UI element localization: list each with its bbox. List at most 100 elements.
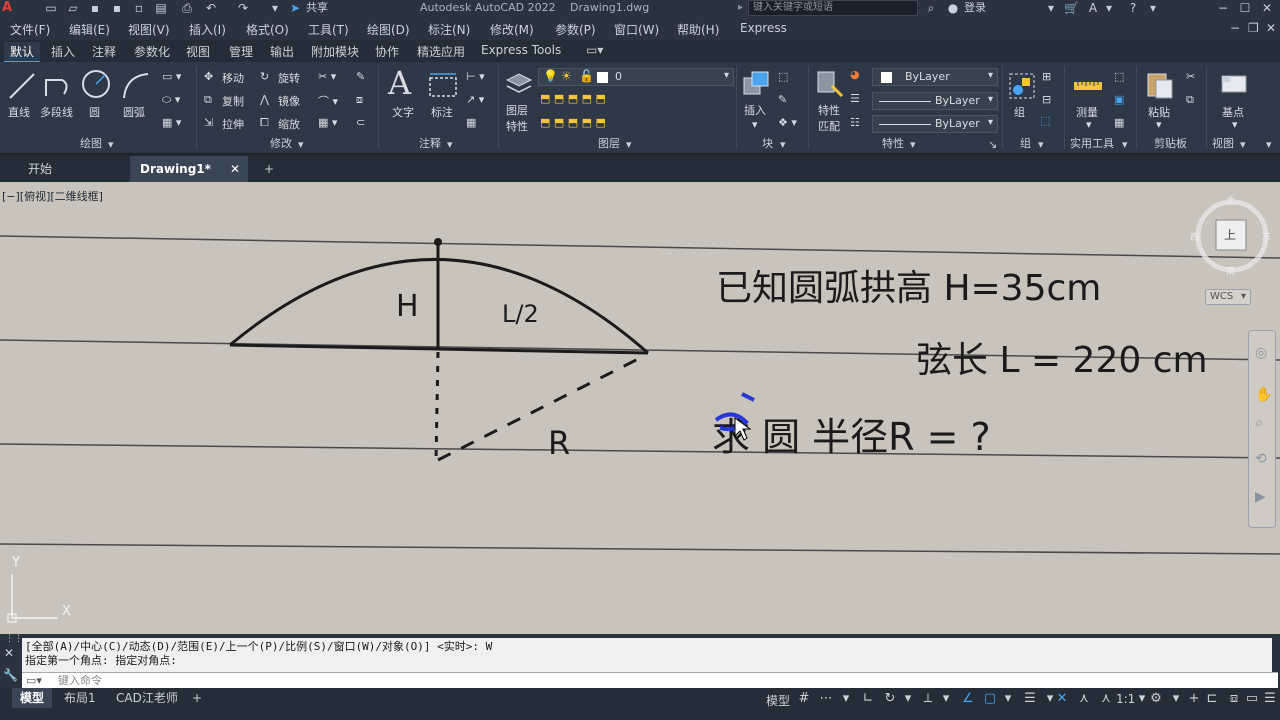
draw-panel-expand-icon[interactable]: ▾ — [108, 138, 114, 151]
mirror-icon[interactable]: ⋀ — [260, 93, 269, 106]
color-wheel-icon[interactable]: ◕ — [850, 68, 860, 81]
tab-featured-apps[interactable]: 精选应用 — [417, 43, 465, 60]
menu-dimension[interactable]: 标注(N) — [428, 21, 470, 38]
tab-close-icon[interactable]: ✕ — [230, 156, 240, 182]
doc-close-icon[interactable]: ✕ — [1266, 21, 1276, 35]
layer-properties-icon[interactable] — [503, 68, 535, 100]
move-icon[interactable]: ✥ — [204, 70, 213, 83]
layer-properties-label-1[interactable]: 图层 — [506, 102, 528, 118]
share-label[interactable]: 共享 — [306, 0, 328, 16]
match-properties-icon[interactable] — [814, 68, 846, 100]
circle-button[interactable]: 圆 — [89, 104, 100, 120]
menu-parametric[interactable]: 参数(P) — [555, 21, 596, 38]
redo-icon[interactable]: ↷ — [236, 1, 250, 15]
isodraft-dropdown-icon[interactable]: ▾ — [938, 690, 954, 708]
insert-block-icon[interactable] — [740, 68, 772, 100]
group-button[interactable]: 组 — [1014, 104, 1025, 120]
menu-insert[interactable]: 插入(I) — [189, 21, 226, 38]
autoscale-icon[interactable]: ⋏ — [1076, 690, 1092, 708]
menu-window[interactable]: 窗口(W) — [614, 21, 659, 38]
lineweight-icon[interactable]: ☷ — [850, 116, 860, 129]
command-input[interactable]: ▭▾ 键入命令 — [22, 672, 1278, 688]
polyline-button[interactable]: 多段线 — [40, 104, 73, 120]
insert-dropdown-icon[interactable]: ▾ — [752, 118, 758, 131]
linetype-dropdown[interactable]: ByLayer ▾ — [872, 92, 998, 110]
modify-panel-title[interactable]: 修改 — [270, 135, 292, 151]
menu-express[interactable]: Express — [740, 21, 787, 35]
maximize-icon[interactable]: ☐ — [1238, 1, 1252, 15]
table-icon[interactable]: ▦ — [466, 116, 476, 129]
tab-model[interactable]: 模型 — [12, 688, 53, 708]
boundary-icon[interactable]: ▦ ▾ — [162, 116, 181, 129]
viewcube-face[interactable]: 上 — [1224, 226, 1236, 243]
modify-panel-expand-icon[interactable]: ▾ — [298, 138, 304, 151]
help-icon[interactable]: ? — [1126, 1, 1140, 15]
base-view-dropdown-icon[interactable]: ▾ — [1232, 118, 1238, 131]
layer-tools-row2-icon[interactable]: ⬒ ⬒ ⬒ ⬒ ⬒ — [540, 116, 606, 129]
mirror-button[interactable]: 镜像 — [278, 93, 300, 109]
grid-icon[interactable]: # — [796, 690, 812, 708]
hardware-acceleration-icon[interactable]: ⧈ — [1226, 690, 1242, 708]
edit-block-icon[interactable]: ✎ — [778, 93, 787, 106]
select-all-icon[interactable]: ▣ — [1114, 93, 1124, 106]
base-view-icon[interactable] — [1218, 68, 1250, 100]
erase-icon[interactable]: ✎ — [356, 70, 365, 83]
move-button[interactable]: 移动 — [222, 70, 244, 86]
group-select-icon[interactable]: ⬚ — [1040, 114, 1050, 127]
tab-express-tools[interactable]: Express Tools — [481, 43, 561, 57]
menu-help[interactable]: 帮助(H) — [677, 21, 719, 38]
viewcube-west[interactable]: 西 — [1190, 230, 1199, 243]
draw-panel-title[interactable]: 绘图 — [80, 135, 102, 151]
array-icon[interactable]: ▦ ▾ — [318, 116, 337, 129]
layer-properties-label-2[interactable]: 特性 — [506, 118, 528, 134]
measure-icon[interactable] — [1072, 70, 1104, 102]
viewport-controls[interactable]: [−][俯视][二维线框] — [2, 188, 103, 204]
arc-button[interactable]: 圆弧 — [123, 104, 145, 120]
scale-button[interactable]: 缩放 — [278, 116, 300, 132]
command-line-handle[interactable]: ⋮⋮ ✕ 🔧 — [0, 634, 23, 688]
line-icon[interactable] — [6, 70, 38, 102]
tab-manage[interactable]: 管理 — [229, 43, 253, 60]
match-properties-label-2[interactable]: 匹配 — [818, 118, 840, 134]
lineweight-dropdown[interactable]: ByLayer ▾ — [872, 115, 998, 133]
orbit-icon[interactable]: ⟲ — [1255, 451, 1267, 467]
copy-button[interactable]: 复制 — [222, 93, 244, 109]
hatch-icon[interactable]: ⬭ ▾ — [162, 93, 180, 107]
tab-view[interactable]: 视图 — [186, 43, 210, 60]
match-properties-label-1[interactable]: 特性 — [818, 102, 840, 118]
viewcube-south[interactable]: 南 — [1226, 264, 1235, 277]
group-edit-icon[interactable]: ⊟ — [1042, 93, 1051, 106]
showmotion-icon[interactable]: ▶ — [1255, 489, 1266, 505]
clipboard-panel-title[interactable]: 剪贴板 — [1154, 135, 1187, 151]
polyline-icon[interactable] — [42, 70, 74, 102]
ortho-icon[interactable]: ∟ — [860, 690, 876, 708]
utilities-panel-title[interactable]: 实用工具 — [1070, 135, 1114, 151]
object-snap-tracking-icon[interactable]: ∠ — [960, 690, 976, 708]
menu-format[interactable]: 格式(O) — [246, 21, 289, 38]
tab-default[interactable]: 默认 — [4, 42, 41, 63]
trim-icon[interactable]: ✂ ▾ — [318, 70, 336, 83]
menu-edit[interactable]: 编辑(E) — [69, 21, 110, 38]
copy-clip-icon[interactable]: ⧉ — [1186, 93, 1194, 107]
layer-dropdown[interactable]: 💡 ☀ 🔓 0 ▾ — [538, 68, 734, 86]
properties-panel-title[interactable]: 特性 — [882, 135, 904, 151]
offset-icon[interactable]: ⊂ — [356, 116, 365, 129]
linear-dim-icon[interactable]: ⊢ ▾ — [466, 70, 485, 83]
login-dropdown-icon[interactable]: ▾ — [1044, 1, 1058, 15]
linetype-icon[interactable]: ☰ — [850, 92, 860, 105]
tab-output[interactable]: 输出 — [270, 43, 294, 60]
rotate-icon[interactable]: ↻ — [260, 70, 269, 83]
new-tab-icon[interactable]: + — [254, 156, 284, 182]
leader-icon[interactable]: ↗ ▾ — [466, 93, 484, 106]
text-button[interactable]: 文字 — [392, 104, 414, 120]
wcs-menu[interactable]: WCS ▾ — [1205, 289, 1251, 305]
doc-minimize-icon[interactable]: − — [1230, 21, 1240, 35]
add-scale-icon[interactable]: + — [1186, 690, 1202, 708]
drawing-canvas[interactable]: H L/2 R 已知圆弧拱高 H=35cm 弦长 L = 220 cm 求 圆 … — [0, 182, 1280, 634]
block-panel-title[interactable]: 块 — [762, 135, 773, 151]
search-arrow-icon[interactable]: ▸ — [738, 0, 743, 16]
ribbon-toggle-icon[interactable]: ▭▾ — [586, 43, 603, 57]
copy-icon[interactable]: ⧉ — [204, 93, 212, 107]
view-panel-expand-icon[interactable]: ▾ — [1240, 138, 1246, 151]
rotate-button[interactable]: 旋转 — [278, 70, 300, 86]
